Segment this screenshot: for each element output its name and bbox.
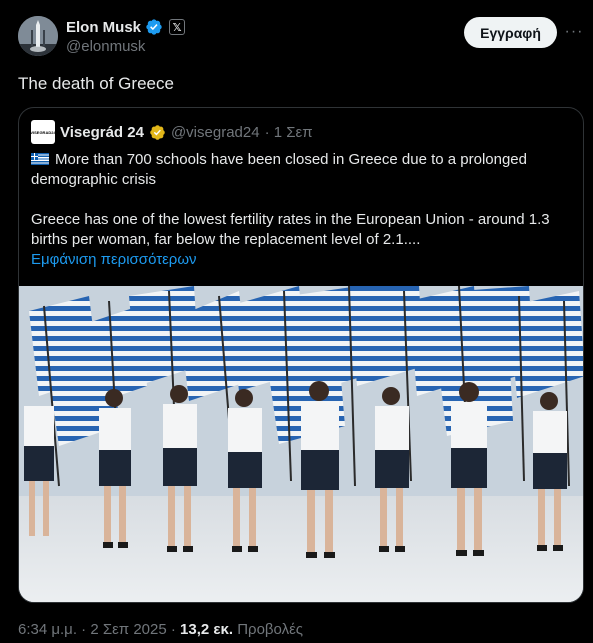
meta-separator-2: · — [166, 621, 181, 638]
tweet-container: Elon Musk 𝕏 @elonmusk Εγγραφή ··· The de… — [0, 0, 593, 643]
quoted-line-1: More than 700 schools have been closed i… — [31, 151, 527, 188]
post-date[interactable]: 2 Σεπ 2025 — [90, 621, 166, 638]
tweet-text: The death of Greece — [18, 74, 174, 93]
parade-photo[interactable] — [19, 286, 583, 602]
quoted-paragraph-2: Greece has one of the lowest fertility r… — [31, 211, 550, 248]
author-handle[interactable]: @elonmusk — [66, 38, 145, 55]
gold-verified-badge-icon — [150, 124, 165, 140]
verified-badge-icon[interactable] — [145, 18, 163, 36]
avatar[interactable] — [18, 16, 58, 56]
quoted-paragraph-1: More than 700 schools have been closed i… — [31, 150, 571, 190]
view-count: 13,2 εκ. — [180, 621, 234, 638]
subscribe-button[interactable]: Εγγραφή — [464, 17, 557, 48]
meta-separator-1: · — [76, 621, 91, 638]
greek-flag-icon — [31, 153, 49, 165]
quoted-tweet-body: More than 700 schools have been closed i… — [31, 150, 571, 270]
author-name[interactable]: Elon Musk — [66, 19, 141, 36]
quoted-tweet[interactable]: VISEGRAD24 Visegrád 24 @visegrad24 · 1 Σ… — [18, 107, 584, 603]
tweet-meta: 6:34 μ.μ. · 2 Σεπ 2025 · 13,2 εκ. Προβολ… — [18, 621, 303, 638]
quoted-avatar[interactable]: VISEGRAD24 — [30, 120, 56, 144]
parade-image — [19, 286, 583, 602]
author-name-row: Elon Musk 𝕏 — [66, 17, 186, 37]
x-affiliation-icon: 𝕏 — [169, 19, 186, 35]
quoted-author-handle: @visegrad24 — [170, 123, 260, 141]
quoted-tweet-time: · 1 Σεπ — [264, 123, 313, 141]
post-time[interactable]: 6:34 μ.μ. — [18, 621, 77, 638]
more-options-icon[interactable]: ··· — [564, 22, 584, 42]
quoted-tweet-header: VISEGRAD24 Visegrád 24 @visegrad24 · 1 Σ… — [30, 120, 313, 144]
quoted-author-name: Visegrád 24 — [60, 123, 144, 141]
rocket-avatar-icon — [18, 16, 58, 56]
views-label: Προβολές — [237, 621, 304, 638]
show-more-link[interactable]: Εμφάνιση περισσότερων — [31, 250, 571, 270]
